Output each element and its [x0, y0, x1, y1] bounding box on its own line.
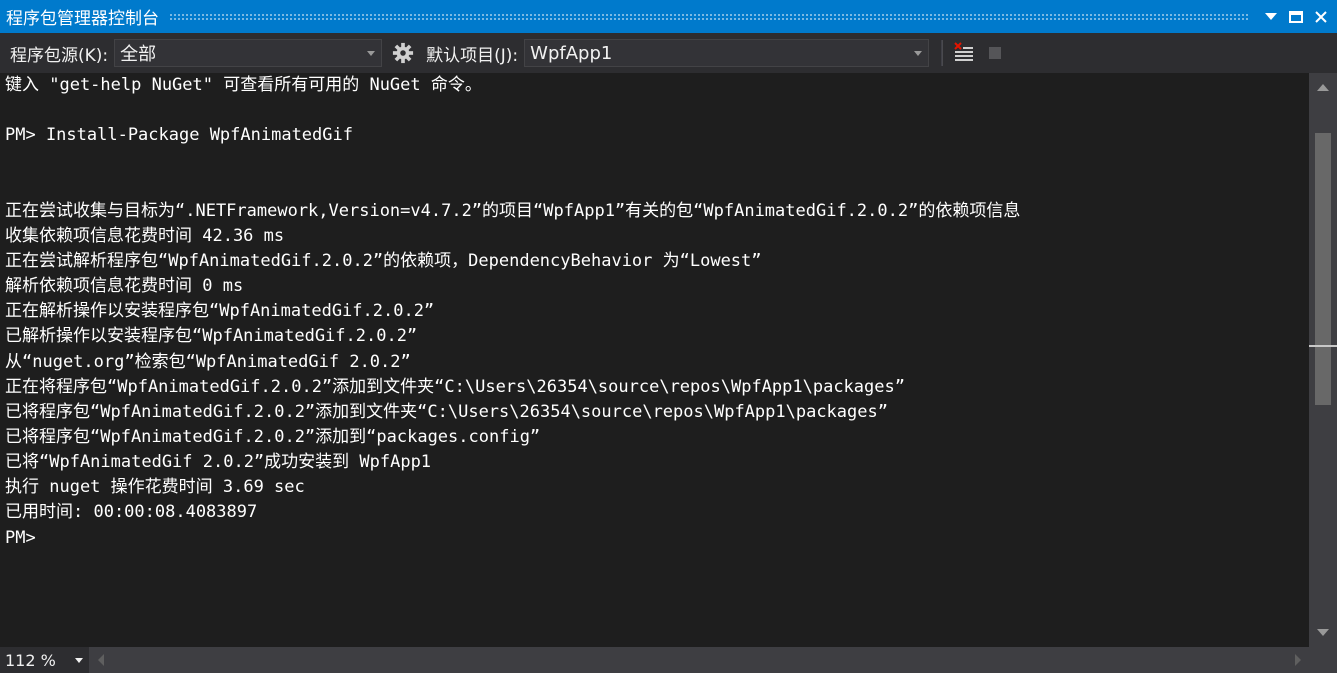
- horizontal-scrollbar[interactable]: [89, 647, 1337, 673]
- clear-console-icon: [954, 42, 974, 61]
- toolbar-separator: [941, 40, 944, 66]
- bottom-bar: 112 %: [0, 647, 1337, 673]
- window-options-button[interactable]: [1259, 5, 1283, 29]
- console-line: 从“nuget.org”检索包“WpfAnimatedGif 2.0.2”: [5, 351, 411, 372]
- console-lines: 键入 "get-help NuGet" 可查看所有可用的 NuGet 命令。 PM…: [0, 73, 1309, 551]
- console-line: 执行 nuget 操作花费时间 3.69 sec: [5, 477, 305, 498]
- console-line: 解析依赖项信息花费时间 0 ms: [5, 276, 244, 297]
- vertical-scrollbar[interactable]: [1309, 73, 1337, 647]
- window-title: 程序包管理器控制台: [6, 9, 159, 29]
- console-line: 正在尝试收集与目标为“.NETFramework,Version=v4.7.2”…: [5, 200, 1021, 221]
- package-source-dropdown[interactable]: 全部: [114, 39, 383, 67]
- console-line: PM>: [5, 527, 36, 548]
- scroll-right-icon[interactable]: [1295, 654, 1301, 666]
- close-button[interactable]: [1309, 5, 1333, 29]
- console-line: 已将程序包“WpfAnimatedGif.2.0.2”添加到文件夹“C:\Use…: [5, 401, 888, 422]
- stop-icon: [989, 47, 1002, 59]
- package-source-value: 全部: [120, 44, 157, 65]
- default-project-dropdown[interactable]: WpfApp1: [524, 39, 930, 67]
- stop-button[interactable]: [985, 40, 1005, 66]
- dropdown-arrow-icon: [75, 658, 83, 663]
- console-line: 已用时间: 00:00:08.4083897: [5, 502, 258, 523]
- console-line: 正在将程序包“WpfAnimatedGif.2.0.2”添加到文件夹“C:\Us…: [5, 376, 905, 397]
- console-line: PM> Install-Package WpfAnimatedGif: [5, 125, 353, 146]
- title-bar-grip[interactable]: [169, 12, 1249, 21]
- dropdown-arrow-icon: [914, 51, 923, 56]
- zoom-dropdown[interactable]: 112 %: [0, 647, 89, 673]
- maximize-button[interactable]: [1284, 5, 1308, 29]
- scrollbar-thumb[interactable]: [1315, 133, 1331, 405]
- clear-console-button[interactable]: [951, 40, 977, 66]
- gear-icon: [393, 42, 414, 64]
- toolbar: 程序包源(K): 全部 默认项目(J): WpfApp1: [0, 33, 1337, 73]
- dropdown-arrow-icon: [367, 51, 376, 56]
- default-project-value: WpfApp1: [530, 42, 613, 64]
- console-line: 正在解析操作以安装程序包“WpfAnimatedGif.2.0.2”: [5, 301, 435, 322]
- console-line: 收集依赖项信息花费时间 42.36 ms: [5, 225, 285, 246]
- package-source-label: 程序包源(K):: [10, 45, 109, 66]
- zoom-value: 112 %: [5, 650, 56, 670]
- console-output[interactable]: 键入 "get-help NuGet" 可查看所有可用的 NuGet 命令。 PM…: [0, 73, 1309, 647]
- chevron-down-icon: [1265, 12, 1277, 20]
- scroll-position-marker: [1309, 345, 1337, 347]
- close-icon: [1315, 10, 1327, 23]
- scroll-left-icon[interactable]: [98, 654, 104, 666]
- console-line: 键入 "get-help NuGet" 可查看所有可用的 NuGet 命令。: [5, 75, 482, 95]
- scroll-up-icon[interactable]: [1317, 84, 1329, 91]
- scroll-down-icon[interactable]: [1317, 629, 1329, 636]
- console-line: 正在尝试解析程序包“WpfAnimatedGif.2.0.2”的依赖项，Depe…: [5, 250, 762, 271]
- default-project-label: 默认项目(J):: [426, 45, 519, 66]
- settings-button[interactable]: [390, 40, 416, 66]
- console-line: 已将程序包“WpfAnimatedGif.2.0.2”添加到“packages.…: [5, 426, 541, 447]
- maximize-icon: [1289, 10, 1303, 23]
- console-line: 已解析操作以安装程序包“WpfAnimatedGif.2.0.2”: [5, 326, 418, 347]
- console-line: 已将“WpfAnimatedGif 2.0.2”成功安装到 WpfApp1: [5, 452, 432, 473]
- title-bar[interactable]: 程序包管理器控制台: [0, 0, 1337, 33]
